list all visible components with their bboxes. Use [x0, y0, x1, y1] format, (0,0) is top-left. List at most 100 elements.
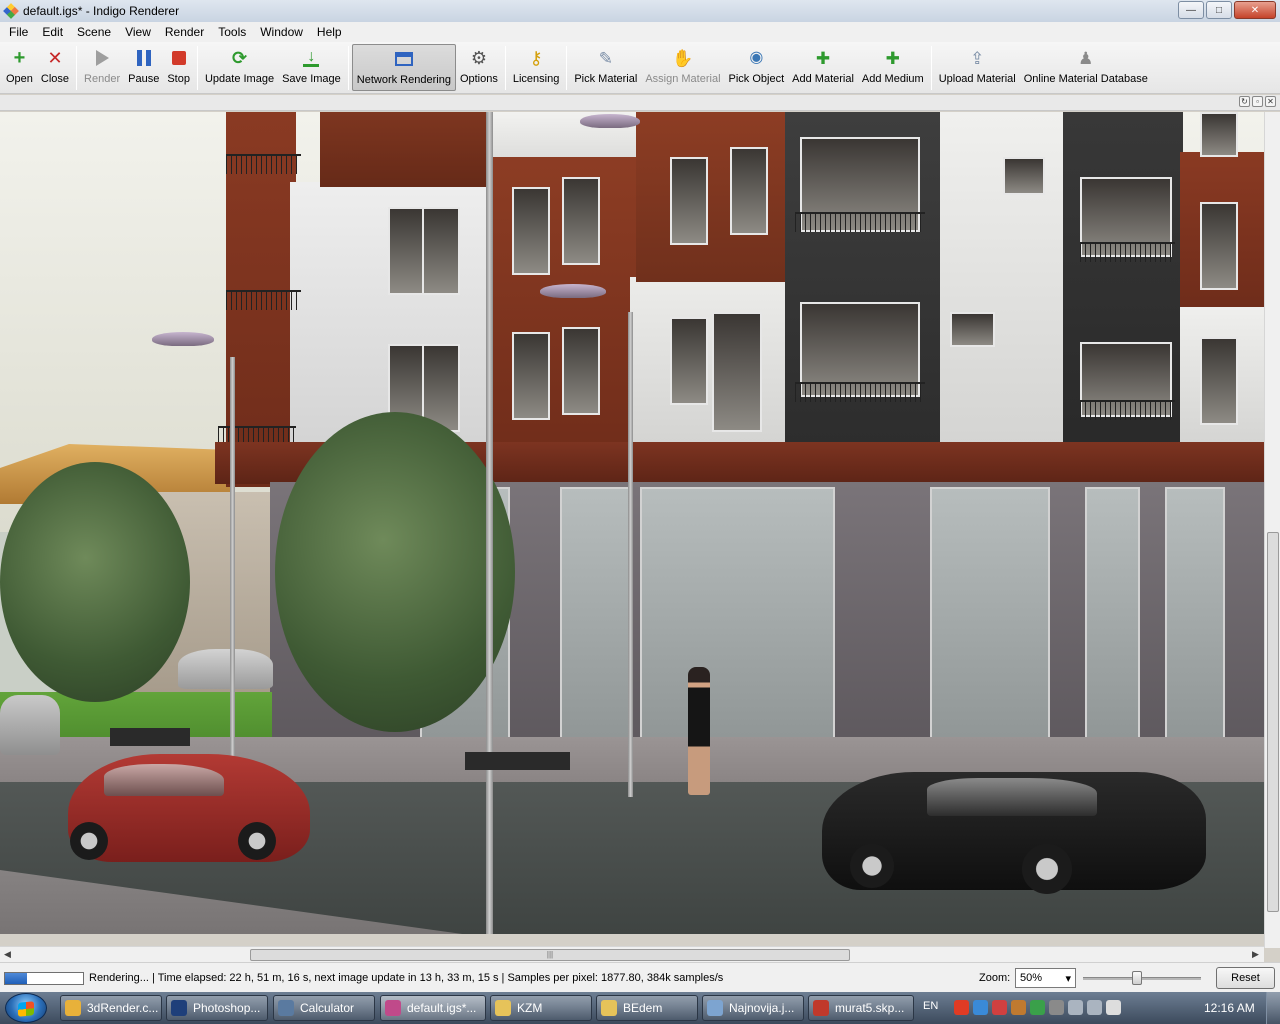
menu-edit[interactable]: Edit	[35, 25, 70, 39]
calculator-icon	[278, 1000, 294, 1016]
clock[interactable]: 12:16 AM	[1204, 1001, 1255, 1015]
tray-icon[interactable]	[992, 1000, 1007, 1015]
minimize-button[interactable]: —	[1178, 1, 1204, 19]
toolbar-separator	[504, 46, 506, 90]
maximize-button[interactable]: □	[1206, 1, 1232, 19]
window-controls: — □ ✕	[1178, 1, 1276, 19]
render-window	[1200, 202, 1238, 290]
folder-icon	[601, 1000, 617, 1016]
licensing-button[interactable]: ⚷ Licensing	[509, 42, 563, 92]
options-button[interactable]: ⚙ Options	[456, 42, 502, 92]
menu-tools[interactable]: Tools	[211, 25, 253, 39]
render-viewport[interactable]	[0, 112, 1264, 934]
taskbar-item-sketchup[interactable]: murat5.skp...	[808, 995, 914, 1021]
online-material-database-button[interactable]: ♟ Online Material Database	[1020, 42, 1152, 92]
add-material-button[interactable]: ✚ Add Material	[788, 42, 858, 92]
horizontal-scrollbar[interactable]: ◀ ||| ▶	[0, 946, 1264, 962]
add-medium-button[interactable]: ✚ Add Medium	[858, 42, 928, 92]
tray-icon[interactable]	[1106, 1000, 1121, 1015]
plus-icon: +	[13, 47, 26, 69]
render-balcony	[226, 154, 301, 174]
render-wheel	[70, 822, 108, 860]
tray-icon[interactable]	[973, 1000, 988, 1015]
close-window-button[interactable]: ✕	[1234, 1, 1276, 19]
close-panel-icon[interactable]: ✕	[1265, 96, 1276, 107]
taskbar-item-indigo[interactable]: default.igs*...	[380, 995, 486, 1021]
tray-icon[interactable]	[1011, 1000, 1026, 1015]
render-window	[562, 177, 600, 265]
horizontal-scroll-thumb[interactable]: |||	[250, 949, 850, 961]
start-button[interactable]	[5, 993, 47, 1023]
upload-material-button[interactable]: ⇪ Upload Material	[935, 42, 1020, 92]
toolbar-separator	[196, 46, 198, 90]
pick-material-label: Pick Material	[574, 73, 638, 85]
close-icon: ✕	[47, 48, 63, 68]
render-window	[670, 317, 708, 405]
taskbar-item-3drender[interactable]: 3dRender.c...	[60, 995, 162, 1021]
close-button[interactable]: ✕ Close	[37, 42, 73, 92]
render-facade	[320, 112, 490, 187]
pause-button[interactable]: Pause	[124, 42, 163, 92]
play-icon	[92, 48, 112, 68]
restore-icon[interactable]: ▫	[1252, 96, 1263, 107]
taskbar-item-bedem[interactable]: BEdem	[596, 995, 698, 1021]
render-facade	[1063, 112, 1183, 477]
image-viewer-icon	[707, 1000, 723, 1016]
taskbar-item-najnovija[interactable]: Najnovija.j...	[702, 995, 804, 1021]
menu-window[interactable]: Window	[253, 25, 310, 39]
tray-icon[interactable]	[1030, 1000, 1045, 1015]
menu-help[interactable]: Help	[310, 25, 349, 39]
vertical-scrollbar[interactable]	[1264, 112, 1280, 948]
tray-icon[interactable]	[954, 1000, 969, 1015]
reload-icon[interactable]: ↻	[1239, 96, 1250, 107]
show-desktop-button[interactable]	[1266, 992, 1280, 1024]
taskbar-item-label: BEdem	[623, 1001, 663, 1015]
render-lamp-head	[152, 332, 214, 346]
taskbar-item-calculator[interactable]: Calculator	[273, 995, 375, 1021]
reset-button[interactable]: Reset	[1216, 967, 1275, 989]
scroll-left-arrow-icon[interactable]: ◀	[4, 949, 11, 960]
render-person	[688, 667, 710, 795]
save-image-label: Save Image	[282, 73, 341, 85]
scroll-right-arrow-icon[interactable]: ▶	[1252, 949, 1259, 960]
tray-icon[interactable]	[1068, 1000, 1083, 1015]
licensing-label: Licensing	[512, 73, 560, 85]
render-button[interactable]: Render	[80, 42, 124, 92]
menu-scene[interactable]: Scene	[70, 25, 118, 39]
folder-icon	[495, 1000, 511, 1016]
stop-button[interactable]: Stop	[163, 42, 194, 92]
render-wheel	[238, 822, 276, 860]
assign-material-button[interactable]: ✋ Assign Material	[641, 42, 724, 92]
render-balcony	[1080, 400, 1175, 420]
key-icon: ⚷	[529, 48, 543, 68]
render-bench	[110, 728, 190, 746]
render-balcony	[1080, 242, 1175, 262]
zoom-slider-thumb[interactable]	[1131, 971, 1142, 985]
taskbar-item-kzm[interactable]: KZM	[490, 995, 592, 1021]
zoom-select[interactable]: 50% ▾	[1015, 968, 1076, 988]
language-indicator[interactable]: EN	[923, 1000, 938, 1012]
taskbar-item-photoshop[interactable]: Photoshop...	[166, 995, 268, 1021]
render-car-window	[104, 764, 224, 796]
pick-object-button[interactable]: ◉ Pick Object	[725, 42, 789, 92]
pick-material-button[interactable]: ✎ Pick Material	[570, 42, 641, 92]
network-icon	[394, 49, 414, 69]
menu-file[interactable]: File	[2, 25, 35, 39]
menu-render[interactable]: Render	[158, 25, 211, 39]
menu-view[interactable]: View	[118, 25, 158, 39]
viewport-header: ↻ ▫ ✕	[0, 95, 1280, 111]
open-button[interactable]: + Open	[2, 42, 37, 92]
zoom-slider-track[interactable]	[1083, 977, 1201, 980]
update-image-button[interactable]: ⟳ Update Image	[201, 42, 278, 92]
vertical-scroll-thumb[interactable]	[1267, 532, 1279, 912]
render-shopfront-glass	[560, 487, 630, 757]
pause-icon	[134, 48, 154, 68]
gear-icon: ⚙	[470, 48, 487, 68]
save-image-button[interactable]: ↓ Save Image	[278, 42, 345, 92]
network-rendering-button[interactable]: Network Rendering	[351, 44, 456, 91]
render-street-lamp-pole	[486, 112, 493, 934]
tray-icon[interactable]	[1087, 1000, 1102, 1015]
tray-icon[interactable]	[1049, 1000, 1064, 1015]
render-car-window	[927, 778, 1097, 816]
render-car-black	[822, 772, 1206, 894]
